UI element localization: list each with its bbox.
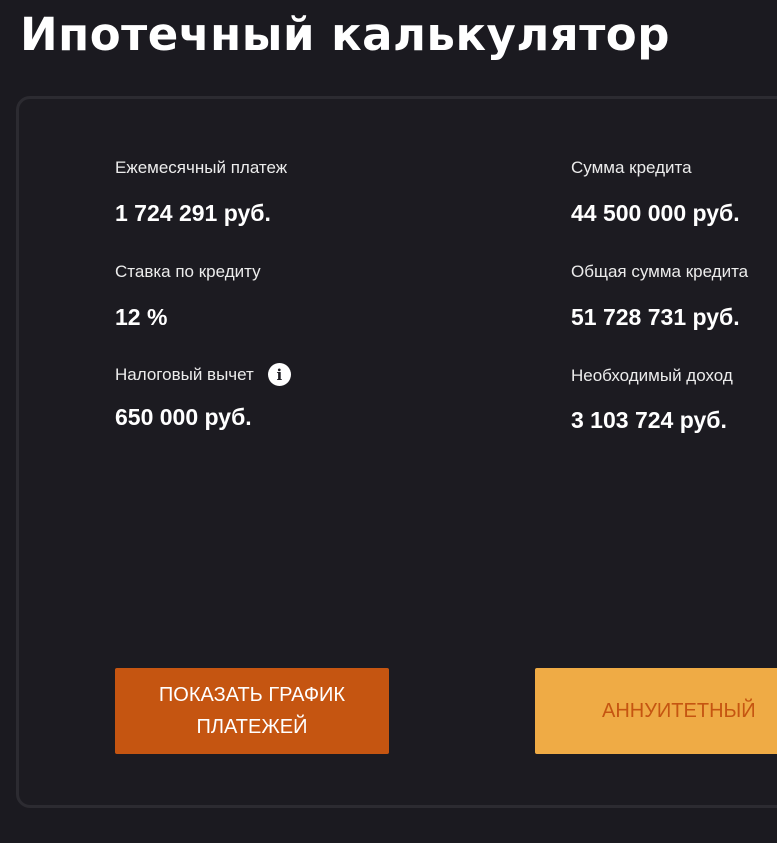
required-income-value: 3 103 724 руб. [571, 407, 727, 433]
rate-label: Ставка по кредиту [115, 262, 261, 281]
annuity-button[interactable]: АННУИТЕТНЫЙ [535, 668, 777, 754]
stat-loan-amount: Сумма кредита 44 500 000 руб. [571, 158, 740, 227]
page-title: Ипотечный калькулятор [20, 8, 670, 61]
required-income-label: Необходимый доход [571, 366, 733, 385]
monthly-payment-label: Ежемесячный платеж [115, 158, 288, 177]
tax-deduction-label: Налоговый вычет [115, 364, 254, 384]
tax-deduction-value: 650 000 руб. [115, 404, 252, 430]
monthly-payment-value: 1 724 291 руб. [115, 200, 271, 226]
tax-deduction-label-row: Налоговый вычет i [115, 363, 291, 386]
total-amount-value: 51 728 731 руб. [571, 304, 740, 330]
loan-amount-value: 44 500 000 руб. [571, 200, 740, 226]
stat-monthly-payment: Ежемесячный платеж 1 724 291 руб. [115, 158, 287, 227]
stat-tax-deduction: Налоговый вычет i 650 000 руб. [115, 363, 291, 431]
stat-rate: Ставка по кредиту 12 % [115, 262, 261, 331]
stat-total-amount: Общая сумма кредита 51 728 731 руб. [571, 262, 748, 331]
show-schedule-button[interactable]: ПОКАЗАТЬ ГРАФИК ПЛАТЕЖЕЙ [115, 668, 389, 754]
stat-required-income: Необходимый доход 3 103 724 руб. [571, 366, 733, 434]
total-amount-label: Общая сумма кредита [571, 262, 749, 281]
info-icon[interactable]: i [267, 363, 291, 386]
rate-value: 12 % [115, 304, 168, 330]
loan-amount-label: Сумма кредита [571, 158, 692, 177]
